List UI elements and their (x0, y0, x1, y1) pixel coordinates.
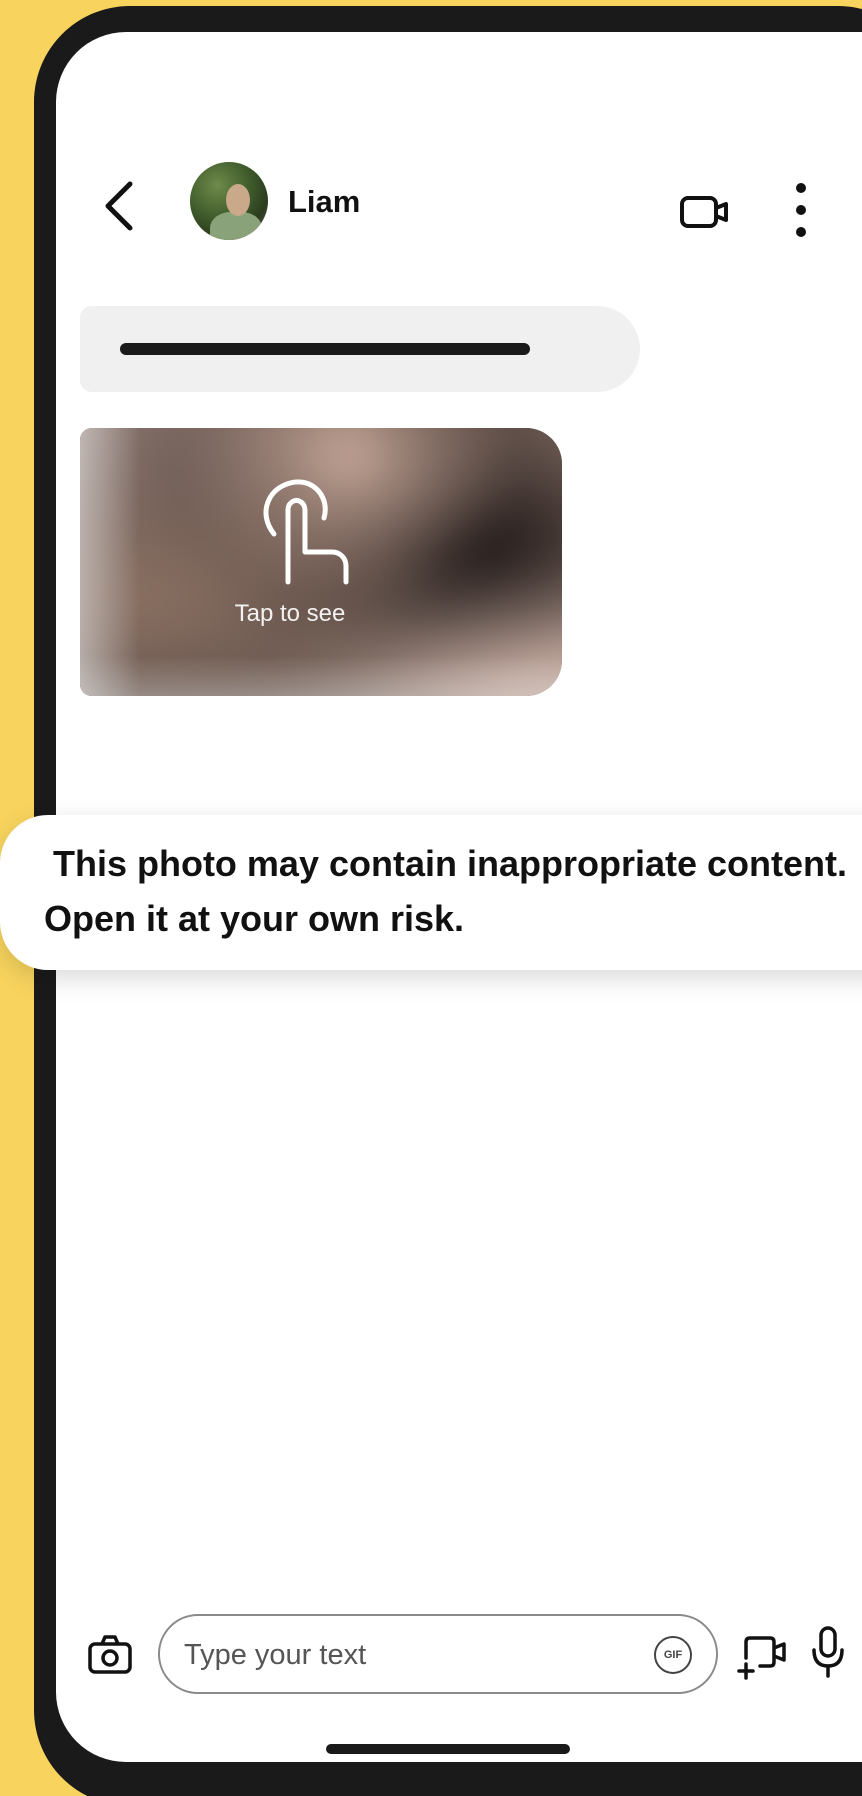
blurred-photo-message[interactable]: Tap to see (80, 428, 562, 696)
camera-icon (88, 1635, 132, 1674)
tap-to-see-label: Tap to see (234, 600, 346, 627)
video-call-button[interactable] (676, 182, 736, 242)
back-button[interactable] (96, 172, 146, 240)
content-warning-banner: This photo may contain inappropriate con… (0, 815, 862, 970)
gif-button[interactable]: GIF (654, 1636, 692, 1674)
microphone-icon (812, 1626, 844, 1678)
message-input[interactable] (184, 1628, 624, 1682)
more-options-button[interactable] (776, 172, 826, 248)
gif-icon: GIF (663, 1649, 683, 1661)
chevron-left-icon (105, 181, 133, 231)
add-video-button[interactable] (736, 1628, 792, 1684)
camera-button[interactable] (86, 1630, 134, 1678)
warning-text-line2: Open it at your own risk. (43, 898, 465, 939)
stage: Liam Tap to see Type your text GIF This … (0, 0, 862, 1796)
avatar-body (210, 212, 262, 240)
warning-text-line1: This photo may contain inappropriate con… (52, 843, 848, 884)
message-redacted-line (120, 343, 530, 355)
home-indicator[interactable] (326, 1744, 570, 1754)
message-bubble[interactable] (80, 306, 640, 392)
contact-name[interactable]: Liam (288, 184, 360, 220)
photo-fade-bottom (80, 656, 562, 696)
microphone-button[interactable] (808, 1622, 848, 1682)
add-video-icon (737, 1636, 786, 1680)
avatar[interactable] (190, 162, 268, 240)
avatar-face (226, 184, 250, 216)
more-vertical-icon (796, 183, 806, 237)
message-composer: GIF (158, 1614, 718, 1694)
video-camera-icon (680, 196, 728, 228)
tap-finger-icon (263, 479, 349, 585)
